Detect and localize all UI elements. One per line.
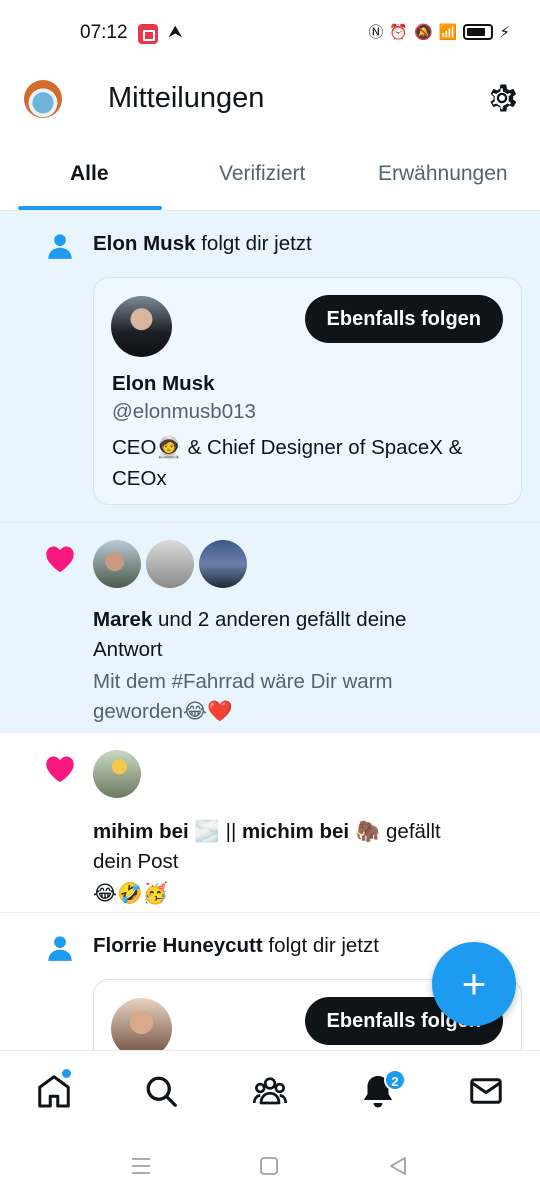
top-app-bar: Mitteilungen <box>0 68 540 138</box>
signal-icon: 📶 <box>438 23 458 41</box>
search-icon[interactable] <box>143 1073 179 1109</box>
notification-follow[interactable]: Elon Musk folgt dir jetzt Ebenfalls folg… <box>0 211 540 523</box>
alarm-icon: ⏰ <box>389 23 409 41</box>
charging-icon: ⚡ <box>499 23 510 41</box>
battery-icon <box>463 23 494 40</box>
bottom-navigation: 2 <box>0 1050 540 1134</box>
notification-text: mihim bei 🌫️ || michim bei 🦣 gefällt <box>93 817 441 847</box>
notification-like[interactable]: Marek und 2 anderen gefällt deine Antwor… <box>0 523 540 733</box>
tab-alle[interactable]: Alle <box>70 162 109 186</box>
person-icon <box>48 936 72 961</box>
card-user-name: Elon Musk <box>112 372 215 395</box>
liker-avatar-2[interactable] <box>146 540 194 588</box>
heart-icon <box>46 546 74 573</box>
user-card[interactable]: Ebenfalls folgen Elon Musk @elonmusb013 … <box>93 277 522 505</box>
user-emoji-2: 🦣 <box>354 820 381 843</box>
mute-icon: 🔕 <box>414 23 433 41</box>
user-avatar[interactable] <box>111 296 172 357</box>
notifications-badge: 2 <box>384 1069 406 1091</box>
notification-action: folgt dir jetzt <box>268 934 379 957</box>
home-unread-dot <box>62 1069 71 1078</box>
user-name[interactable]: Elon Musk <box>93 232 196 255</box>
screen-record-icon <box>138 24 158 44</box>
liker-avatar-3[interactable] <box>199 540 247 588</box>
quoted-post: 😂🤣🥳 <box>93 882 169 905</box>
quoted-post-line2: geworden😂❤️ <box>93 700 233 723</box>
notification-action: und 2 anderen gefällt deine <box>157 608 407 631</box>
liker-avatar-1[interactable] <box>93 540 141 588</box>
page-title: Mitteilungen <box>108 82 265 114</box>
user-name[interactable]: Florrie Huneycutt <box>93 934 263 957</box>
status-time: 07:12 <box>80 22 128 43</box>
user-name[interactable]: Marek <box>93 608 152 631</box>
status-bar: 07:12 ⮝ Ⓝ ⏰ 🔕 📶 ⚡ <box>0 0 540 68</box>
notification-action: folgt dir jetzt <box>201 232 312 255</box>
notification-text-line2: dein Post <box>93 850 179 873</box>
notification-like[interactable]: mihim bei 🌫️ || michim bei 🦣 gefällt dei… <box>0 733 540 913</box>
system-navigation-bar <box>0 1134 540 1200</box>
tab-active-indicator <box>18 206 162 210</box>
settings-gear-icon[interactable] <box>484 80 520 116</box>
nfc-icon: Ⓝ <box>368 24 384 41</box>
user-avatar[interactable] <box>111 998 172 1050</box>
home-icon[interactable] <box>36 1073 72 1109</box>
tab-verifiziert[interactable]: Verifiziert <box>219 162 305 186</box>
user-emoji: 🌫️ <box>194 820 220 843</box>
liker-avatar[interactable] <box>93 750 141 798</box>
home-button-icon[interactable] <box>259 1156 279 1176</box>
card-user-handle: @elonmusb013 <box>112 400 256 423</box>
card-user-bio: CEO🧑‍🚀 & Chief Designer of SpaceX & CEOx <box>112 436 463 490</box>
user-name-2[interactable]: michim bei <box>242 820 349 843</box>
heart-icon <box>46 756 74 783</box>
tab-erwaehnungen[interactable]: Erwähnungen <box>378 162 508 186</box>
compose-fab[interactable]: + <box>432 942 516 1026</box>
profile-avatar[interactable] <box>24 80 62 118</box>
notification-action: gefällt <box>386 820 441 843</box>
notification-feed[interactable]: Elon Musk folgt dir jetzt Ebenfalls folg… <box>0 211 540 1050</box>
tab-bar: Alle Verifiziert Erwähnungen <box>0 140 540 211</box>
communities-icon[interactable] <box>252 1073 288 1109</box>
quoted-post-line1: Mit dem #Fahrrad wäre Dir warm <box>93 670 393 693</box>
back-icon[interactable] <box>388 1156 408 1176</box>
notification-text: Florrie Huneycutt folgt dir jetzt <box>93 931 379 961</box>
status-icons: Ⓝ ⏰ 🔕 📶 ⚡ <box>368 21 510 42</box>
person-icon <box>48 234 72 259</box>
notification-text: Elon Musk folgt dir jetzt <box>93 229 312 259</box>
separator: || <box>225 820 237 843</box>
plus-icon: + <box>461 960 487 1007</box>
messages-mail-icon[interactable] <box>468 1073 504 1109</box>
follow-back-button[interactable]: Ebenfalls folgen <box>304 295 503 343</box>
user-name[interactable]: mihim bei <box>93 820 189 843</box>
navigation-arrow-icon: ⮝ <box>168 22 183 41</box>
recent-apps-icon[interactable] <box>130 1156 152 1176</box>
notification-text-line2: Antwort <box>93 638 163 661</box>
notification-text: Marek und 2 anderen gefällt deine <box>93 605 406 635</box>
